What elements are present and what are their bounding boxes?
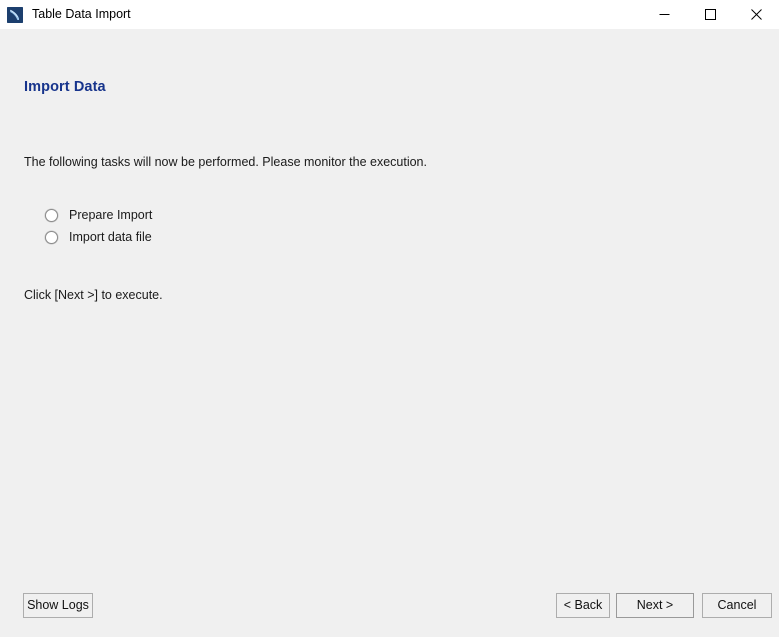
task-status-circle-icon [45, 230, 58, 244]
minimize-icon[interactable] [641, 0, 687, 29]
task-row: Import data file [45, 226, 465, 248]
task-label: Import data file [69, 230, 152, 244]
task-status-circle-icon [45, 208, 58, 222]
mysql-workbench-dolphin-icon [7, 6, 23, 23]
window-titlebar: Table Data Import [0, 0, 779, 29]
close-icon[interactable] [733, 0, 779, 29]
table-data-import-window: Table Data Import Import Data The follow… [0, 0, 779, 637]
task-list: Prepare Import Import data file [45, 204, 465, 248]
show-logs-button[interactable]: Show Logs [23, 593, 93, 618]
cancel-button[interactable]: Cancel [702, 593, 772, 618]
window-title: Table Data Import [32, 7, 131, 22]
page-title: Import Data [24, 79, 106, 95]
dialog-content: Import Data The following tasks will now… [0, 29, 779, 637]
task-row: Prepare Import [45, 204, 465, 226]
titlebar-left-group: Table Data Import [0, 0, 131, 29]
back-button[interactable]: < Back [556, 593, 610, 618]
task-label: Prepare Import [69, 208, 153, 222]
next-button[interactable]: Next > [616, 593, 694, 618]
execute-hint-text: Click [Next >] to execute. [24, 288, 163, 302]
window-controls [641, 0, 779, 29]
maximize-icon[interactable] [687, 0, 733, 29]
intro-text: The following tasks will now be performe… [24, 155, 427, 169]
